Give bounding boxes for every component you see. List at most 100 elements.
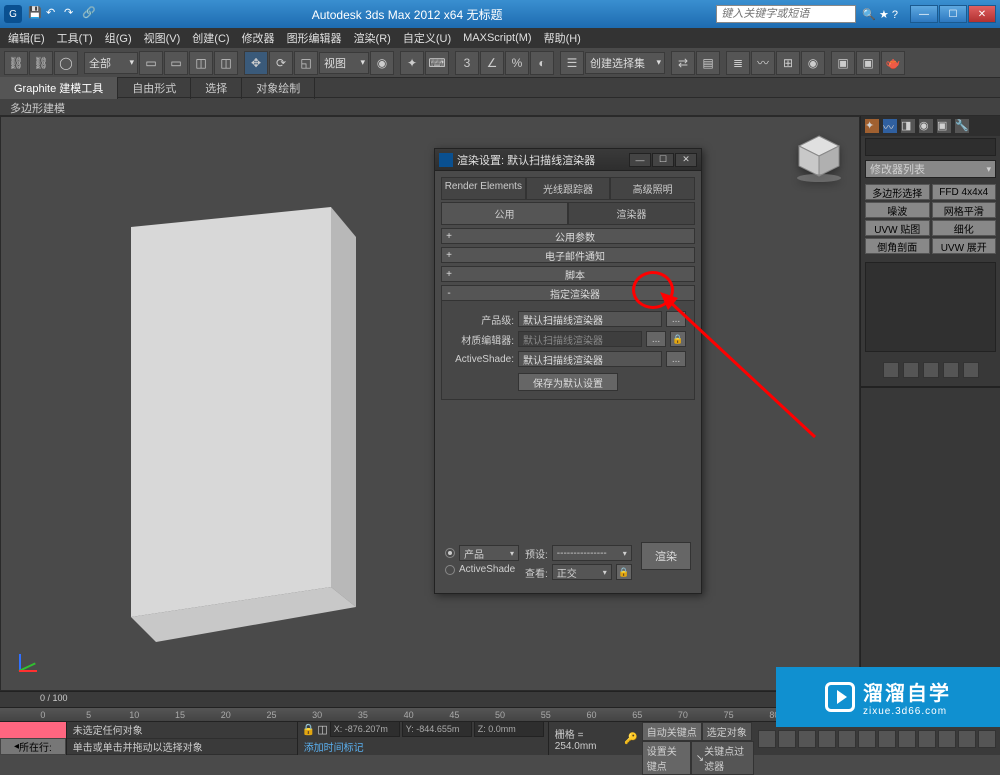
selection-filter-dropdown[interactable]: 全部	[84, 52, 138, 74]
selected-dropdown[interactable]: 选定对象	[702, 722, 752, 741]
keyfilters-button[interactable]: 关键点过滤器	[704, 743, 749, 773]
mod-btn-ffd[interactable]: FFD 4x4x4	[932, 184, 997, 200]
spinner-snap-icon[interactable]: ◐	[530, 51, 554, 75]
menu-customize[interactable]: 自定义(U)	[397, 28, 457, 48]
bind-icon[interactable]: ◯	[54, 51, 78, 75]
scale-icon[interactable]: ◱	[294, 51, 318, 75]
view-dropdown[interactable]: 正交	[552, 564, 612, 580]
radio-product[interactable]	[445, 548, 455, 558]
keyboard-icon[interactable]: ⌨	[425, 51, 449, 75]
tab-advanced-lighting[interactable]: 高级照明	[610, 177, 695, 199]
choose-activeshade-renderer-button[interactable]: ...	[666, 351, 686, 367]
menu-modifiers[interactable]: 修改器	[236, 28, 281, 48]
link-icon[interactable]: ⛓	[4, 51, 28, 75]
goto-end-icon[interactable]	[838, 730, 856, 748]
maximize-viewport-icon[interactable]	[978, 730, 996, 748]
close-button[interactable]: ✕	[968, 5, 996, 23]
choose-product-renderer-button[interactable]: ...	[666, 311, 686, 327]
ribbon-tab-selection[interactable]: 选择	[191, 77, 242, 99]
coord-z[interactable]: Z: 0.0mm	[474, 721, 544, 737]
app-logo[interactable]: G	[4, 5, 22, 23]
goto-start-icon[interactable]	[758, 730, 776, 748]
unlink-icon[interactable]: ⛓	[29, 51, 53, 75]
menu-views[interactable]: 视图(V)	[138, 28, 187, 48]
viewport[interactable]	[0, 116, 860, 691]
named-selection-dropdown[interactable]: 创建选择集	[585, 52, 665, 74]
render-frame-icon[interactable]: ▣	[856, 51, 880, 75]
menu-tools[interactable]: 工具(T)	[51, 28, 99, 48]
ribbon-tab-graphite[interactable]: Graphite 建模工具	[0, 77, 118, 99]
menu-grapheditors[interactable]: 图形编辑器	[281, 28, 348, 48]
coord-x[interactable]: X: -876.207m	[330, 721, 400, 737]
layers-icon[interactable]: ≣	[726, 51, 750, 75]
select-name-icon[interactable]: ▭	[164, 51, 188, 75]
mod-btn-tessellate[interactable]: 细化	[932, 220, 997, 236]
minimize-button[interactable]: —	[910, 5, 938, 23]
motion-tab-icon[interactable]: ◉	[919, 119, 933, 133]
render-icon[interactable]: 🫖	[881, 51, 905, 75]
mod-btn-polyselect[interactable]: 多边形选择	[865, 184, 930, 200]
save-as-defaults-button[interactable]: 保存为默认设置	[518, 373, 618, 391]
rotate-icon[interactable]: ⟳	[269, 51, 293, 75]
tab-renderer[interactable]: 渲染器	[568, 202, 695, 224]
autokey-button[interactable]: 自动关键点	[642, 722, 702, 741]
product-target-dropdown[interactable]: 产品	[459, 545, 519, 561]
menu-group[interactable]: 组(G)	[99, 28, 138, 48]
zoom-all-icon[interactable]	[898, 730, 916, 748]
zoom-icon[interactable]	[878, 730, 896, 748]
render-button[interactable]: 渲染	[641, 542, 691, 570]
pan-icon[interactable]	[858, 730, 876, 748]
menu-create[interactable]: 创建(C)	[186, 28, 235, 48]
time-tag-link[interactable]: 添加时间标记	[298, 737, 548, 756]
rollout-common-params[interactable]: +公用参数	[441, 228, 695, 244]
modifier-list-dropdown[interactable]: 修改器列表	[865, 160, 996, 178]
zoom-extents-icon[interactable]	[918, 730, 936, 748]
dialog-minimize-button[interactable]: —	[629, 153, 651, 167]
choose-mtl-renderer-button[interactable]: ...	[646, 331, 666, 347]
lock-mtl-icon[interactable]: 🔒	[670, 331, 686, 347]
mod-btn-meshsmooth[interactable]: 网格平滑	[932, 202, 997, 218]
utilities-tab-icon[interactable]: 🔧	[955, 119, 969, 133]
lock-view-icon[interactable]: 🔒	[616, 564, 632, 580]
select-icon[interactable]: ▭	[139, 51, 163, 75]
rect-select-icon[interactable]: ◫	[189, 51, 213, 75]
keymode-icon[interactable]: ↘	[696, 753, 704, 764]
mod-btn-bevelprofile[interactable]: 倒角剖面	[865, 238, 930, 254]
qat-undo-icon[interactable]: ↶	[46, 6, 62, 22]
rollout-assign-renderer[interactable]: -指定渲染器	[441, 285, 695, 301]
mod-btn-noise[interactable]: 噪波	[865, 202, 930, 218]
qat-redo-icon[interactable]: ↷	[64, 6, 80, 22]
menu-help[interactable]: 帮助(H)	[538, 28, 587, 48]
isolate-icon[interactable]: ◫	[317, 723, 327, 736]
scene-box-object[interactable]	[91, 187, 391, 647]
maxscript-listener[interactable]	[0, 722, 66, 738]
qat-save-icon[interactable]: 💾	[28, 6, 44, 22]
dialog-close-button[interactable]: ✕	[675, 153, 697, 167]
qat-link-icon[interactable]: 🔗	[82, 6, 98, 22]
maximize-button[interactable]: ☐	[939, 5, 967, 23]
setkey-button[interactable]: 设置关键点	[642, 741, 691, 775]
coord-y[interactable]: Y: -844.655m	[402, 721, 472, 737]
hierarchy-tab-icon[interactable]: ◨	[901, 119, 915, 133]
menu-edit[interactable]: 编辑(E)	[2, 28, 51, 48]
preset-dropdown[interactable]: ---------------	[552, 545, 632, 561]
menu-maxscript[interactable]: MAXScript(M)	[457, 30, 537, 46]
prev-frame-icon[interactable]	[778, 730, 796, 748]
rollout-email[interactable]: +电子邮件通知	[441, 247, 695, 263]
infocenter-icons[interactable]: 🔍 ★ ?	[862, 8, 898, 21]
remove-mod-icon[interactable]	[943, 362, 959, 378]
lock-selection-icon[interactable]: 🔒	[302, 723, 316, 736]
align-icon[interactable]: ▤	[696, 51, 720, 75]
dialog-maximize-button[interactable]: ☐	[652, 153, 674, 167]
next-frame-icon[interactable]	[818, 730, 836, 748]
help-search-input[interactable]	[716, 5, 856, 23]
select-manip-icon[interactable]: ✦	[400, 51, 424, 75]
percent-snap-icon[interactable]: %	[505, 51, 529, 75]
orbit-icon[interactable]	[958, 730, 976, 748]
viewcube[interactable]	[789, 127, 849, 187]
fov-icon[interactable]	[938, 730, 956, 748]
edit-named-icon[interactable]: ☰	[560, 51, 584, 75]
move-icon[interactable]: ✥	[244, 51, 268, 75]
ribbon-tab-objectpaint[interactable]: 对象绘制	[242, 77, 315, 99]
tab-raytracer[interactable]: 光线跟踪器	[526, 177, 611, 199]
